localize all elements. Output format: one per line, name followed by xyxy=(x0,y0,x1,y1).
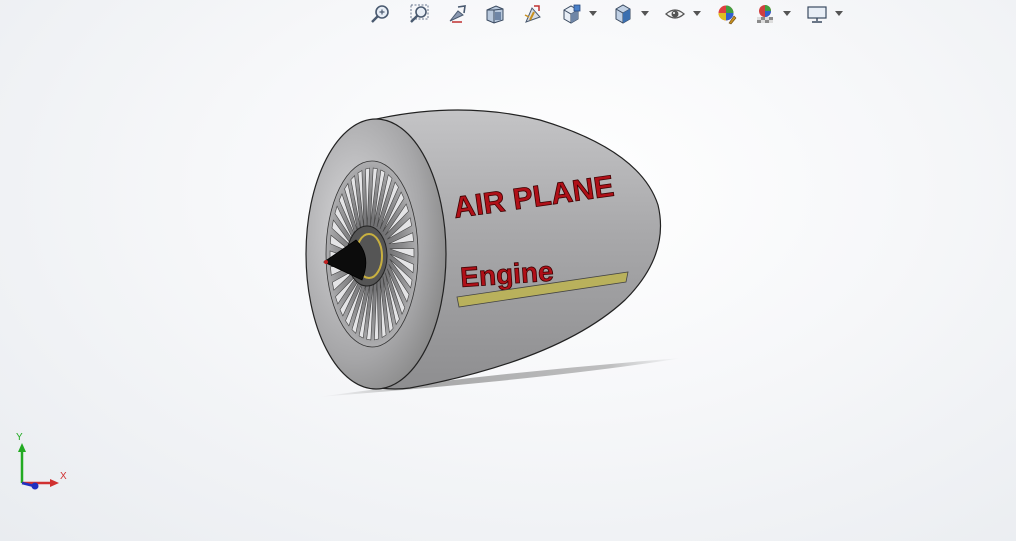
reference-triad: Y X xyxy=(16,432,67,490)
triad-y-arrow xyxy=(18,443,26,452)
graphics-area[interactable]: AIR PLANE Engine Y X xyxy=(0,0,1016,541)
triad-x-arrow xyxy=(50,479,59,487)
triad-x-label: X xyxy=(60,471,67,482)
triad-y-label: Y xyxy=(16,432,23,443)
triad-z-arrow xyxy=(31,482,39,490)
engine-model[interactable]: AIR PLANE Engine xyxy=(0,0,1016,541)
spinner-tip xyxy=(324,260,328,264)
